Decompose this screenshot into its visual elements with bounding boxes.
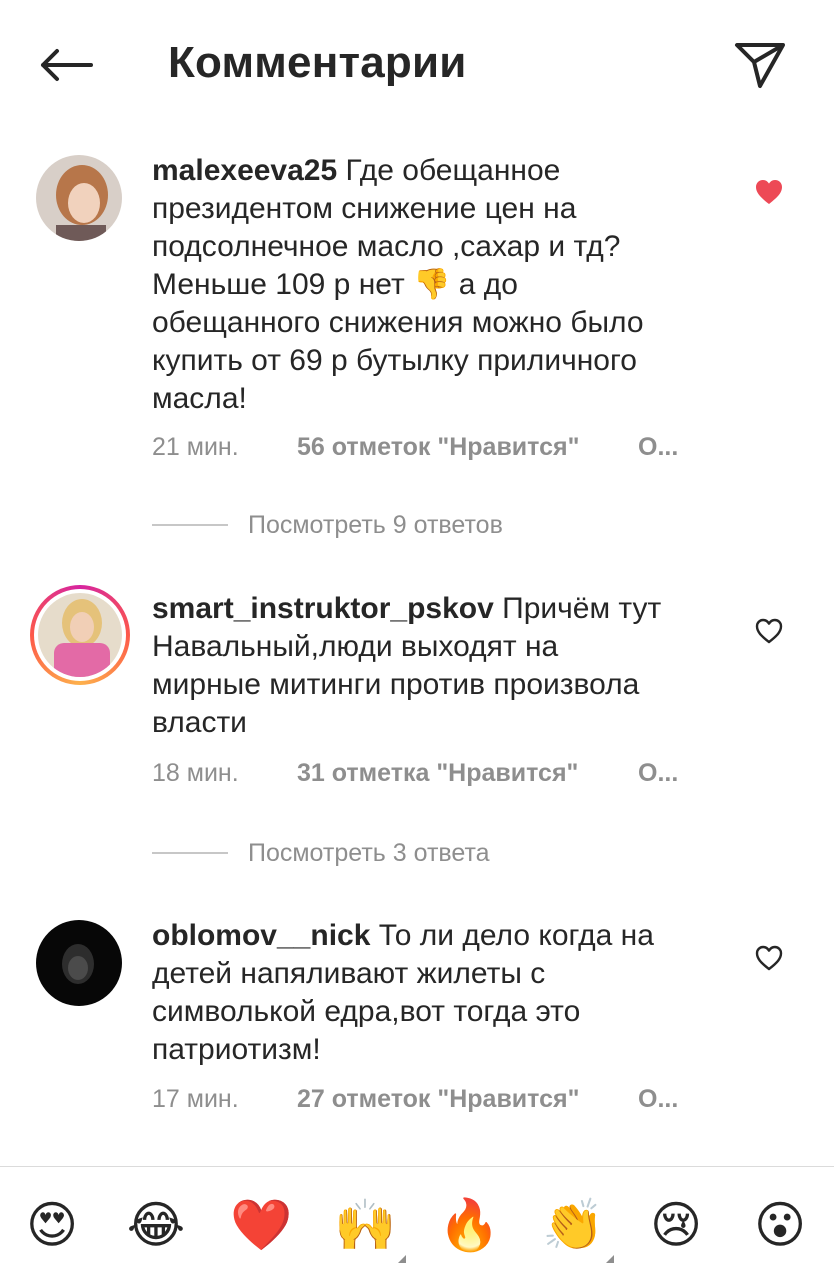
view-replies-label: Посмотреть 9 ответов <box>248 510 503 539</box>
avatar[interactable] <box>30 585 130 685</box>
back-arrow-icon[interactable] <box>36 40 96 90</box>
reply-button[interactable]: О... <box>638 759 678 788</box>
comment-likes-count[interactable]: 27 отметок "Нравится" <box>297 1085 579 1114</box>
tears-of-joy-emoji[interactable]: 😂 <box>126 1195 186 1255</box>
direct-share-icon[interactable] <box>730 38 790 92</box>
page-title: Комментарии <box>168 38 467 87</box>
comment-likes-count[interactable]: 56 отметок "Нравится" <box>297 433 579 462</box>
thumbs-down-emoji: 👎 <box>413 268 451 301</box>
skin-tone-indicator-icon <box>606 1255 614 1263</box>
raising-hands-emoji[interactable]: 🙌 <box>334 1195 406 1263</box>
comment-time: 21 мин. <box>152 433 239 461</box>
heart-icon[interactable] <box>752 615 786 647</box>
avatar[interactable] <box>36 155 122 241</box>
liked-heart-icon[interactable] <box>752 176 786 208</box>
comment-text: oblomov__nick То ли дело когда на детей … <box>152 917 672 1069</box>
crying-face-emoji[interactable]: 😢 <box>646 1195 706 1255</box>
fire-emoji[interactable]: 🔥 <box>438 1195 500 1255</box>
replies-divider <box>152 852 228 854</box>
skin-tone-indicator-icon <box>398 1255 406 1263</box>
view-replies-label: Посмотреть 3 ответа <box>248 838 490 867</box>
view-replies-button[interactable]: Посмотреть 3 ответа <box>152 837 490 869</box>
comment-username[interactable]: smart_instruktor_pskov <box>152 592 494 625</box>
comment-username[interactable]: malexeeva25 <box>152 154 337 187</box>
clapping-hands-emoji-glyph: 👏 <box>542 1196 605 1254</box>
reply-button[interactable]: О... <box>638 1085 678 1114</box>
heart-icon[interactable] <box>752 942 786 974</box>
top-bar: Комментарии <box>0 0 834 130</box>
comment-username[interactable]: oblomov__nick <box>152 919 370 952</box>
raising-hands-emoji-glyph: 🙌 <box>334 1196 397 1254</box>
view-replies-button[interactable]: Посмотреть 9 ответов <box>152 509 503 541</box>
clapping-hands-emoji[interactable]: 👏 <box>542 1195 614 1263</box>
heart-eyes-emoji[interactable]: 😍 <box>22 1195 82 1255</box>
emoji-bar: 😍 😂 ❤️ 🙌 🔥 👏 😢 😮 <box>0 1166 834 1280</box>
red-heart-emoji[interactable]: ❤️ <box>230 1195 292 1255</box>
avatar[interactable] <box>36 920 122 1006</box>
surprised-face-emoji[interactable]: 😮 <box>750 1195 810 1255</box>
comment-time: 17 мин. <box>152 1085 239 1113</box>
reply-button[interactable]: О... <box>638 433 678 462</box>
comment-time: 18 мин. <box>152 759 239 787</box>
replies-divider <box>152 524 228 526</box>
comment-text: smart_instruktor_pskov Причём тут Наваль… <box>152 590 672 742</box>
comment-likes-count[interactable]: 31 отметка "Нравится" <box>297 759 578 788</box>
comment-text: malexeeva25 Где обещанное президентом сн… <box>152 152 672 418</box>
